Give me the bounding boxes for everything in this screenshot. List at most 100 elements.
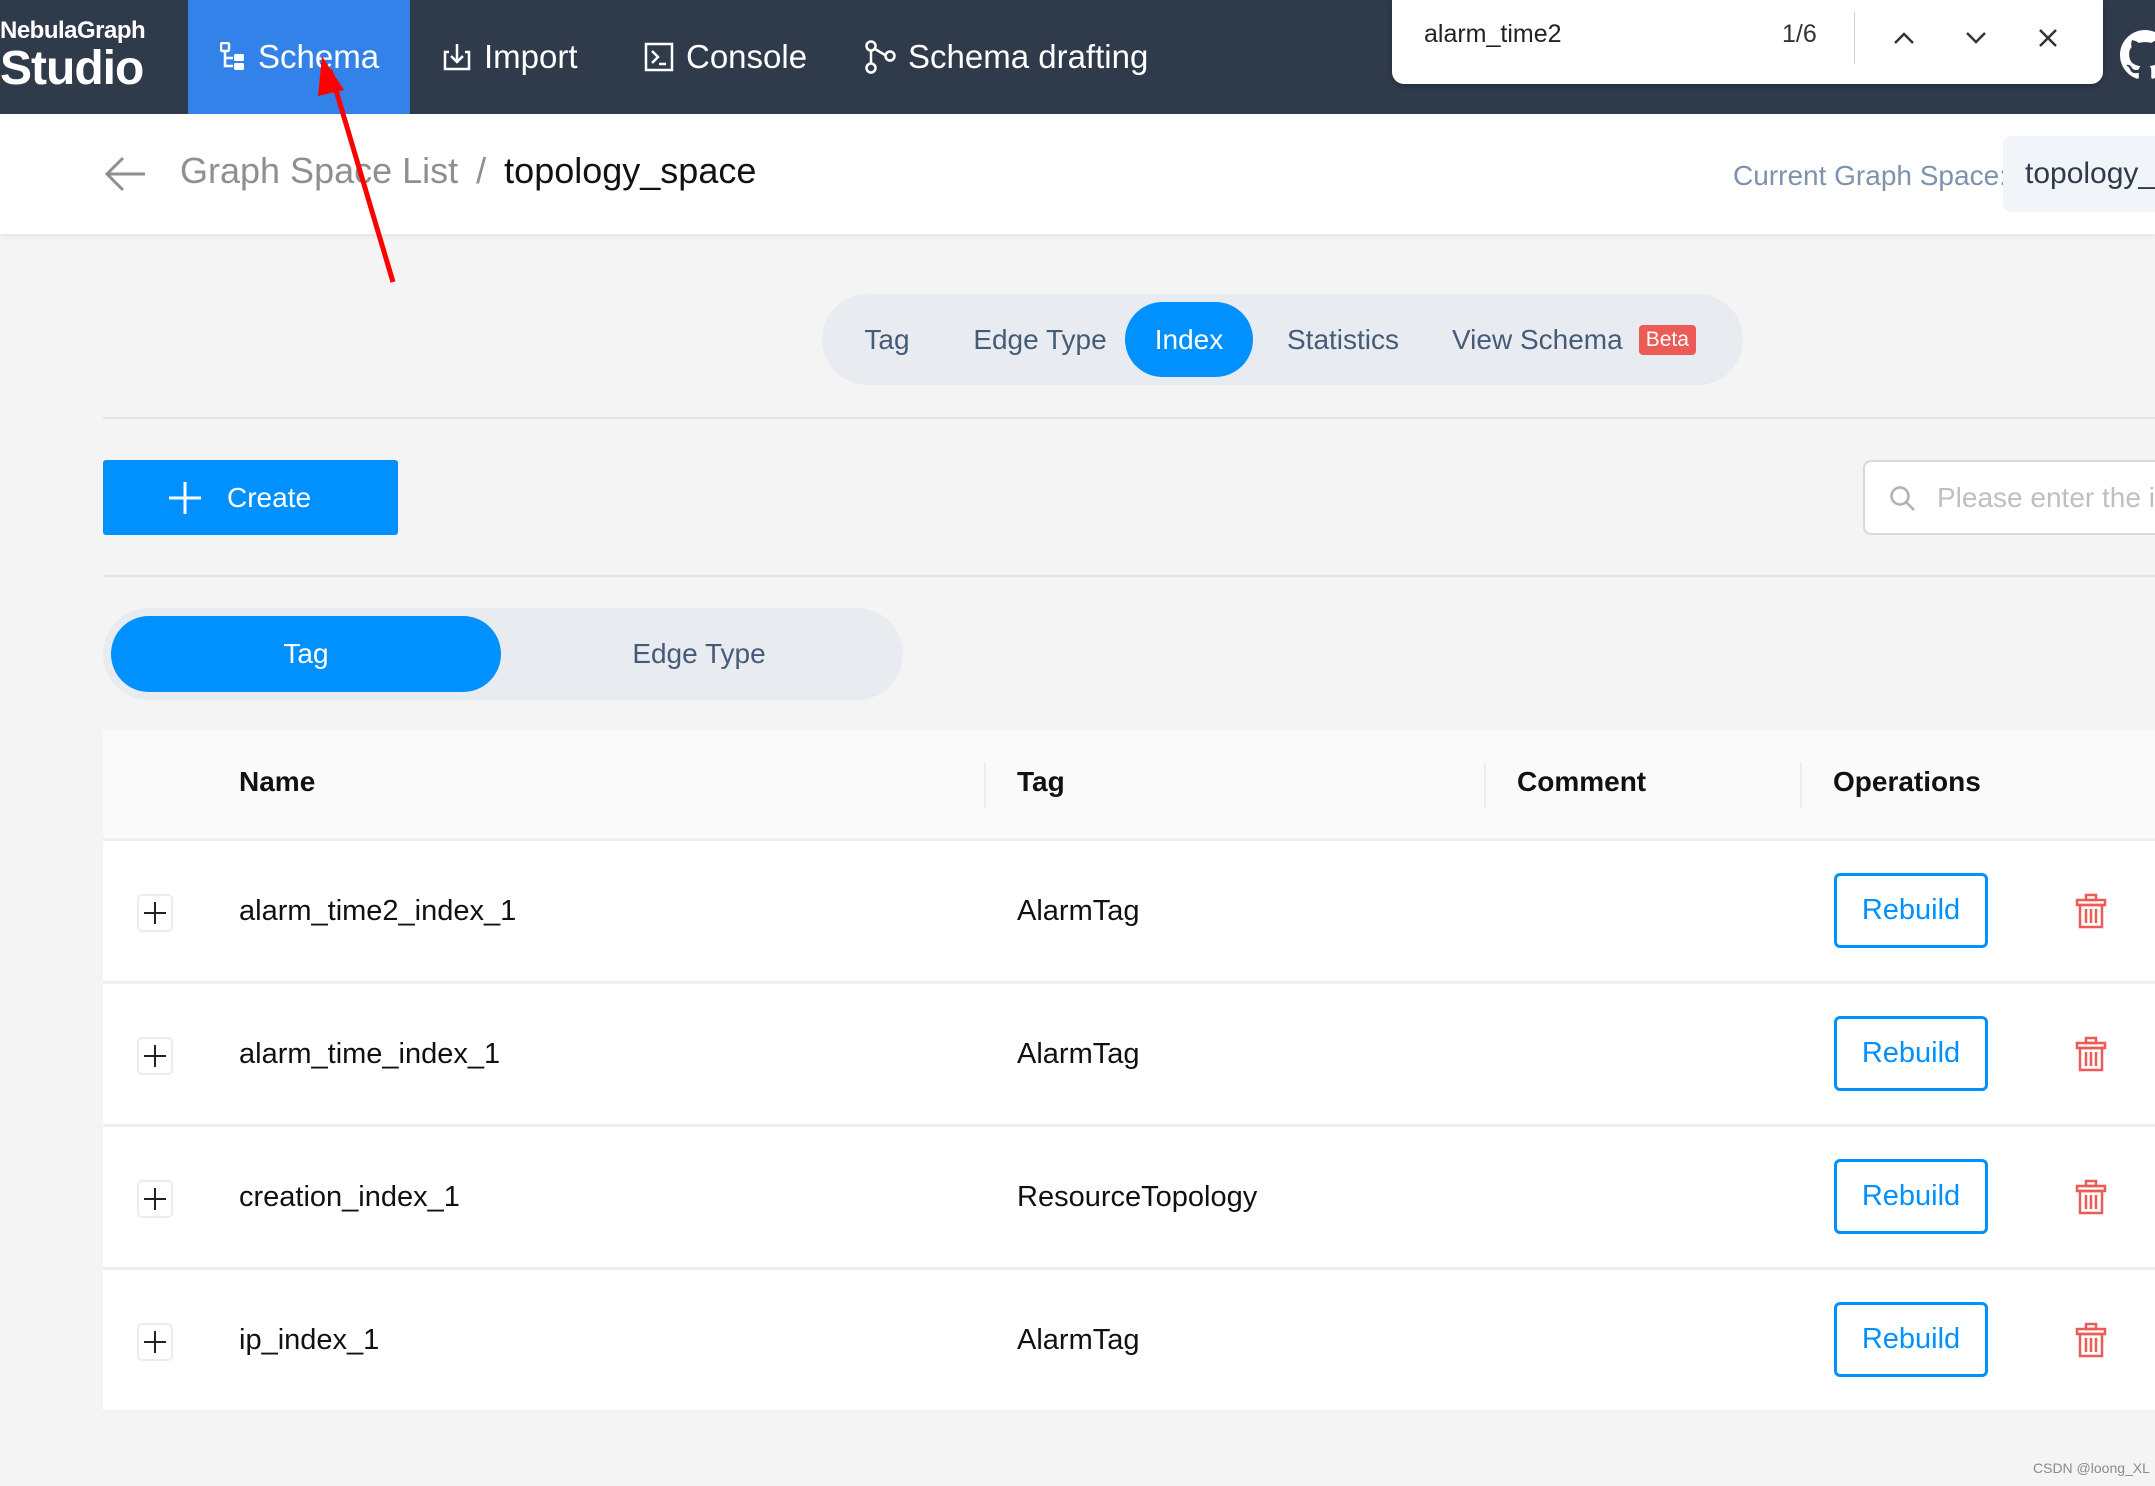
nav-schema-drafting[interactable]: Schema drafting [864,0,1148,114]
rebuild-button[interactable]: Rebuild [1834,1016,1988,1091]
expand-row-button[interactable] [137,894,173,932]
nav-import[interactable]: Import [442,0,578,114]
table-row: ip_index_1 AlarmTag Rebuild [103,1270,2155,1410]
toggle-tag[interactable]: Tag [111,616,501,692]
close-icon [2039,29,2057,47]
index-name: alarm_time2_index_1 [239,895,517,927]
delete-button[interactable] [2075,1036,2107,1077]
column-separator [984,762,986,808]
tab-statistics-label: Statistics [1286,323,1400,355]
find-previous-button[interactable] [1882,16,1926,60]
tab-index[interactable]: Index [1125,302,1253,377]
delete-button[interactable] [2075,1322,2107,1363]
expand-row-button[interactable] [137,1180,173,1218]
trash-icon [2075,1179,2107,1215]
index-name: alarm_time_index_1 [239,1038,501,1070]
index-tag: AlarmTag [1017,1038,1140,1070]
index-name: creation_index_1 [239,1181,460,1213]
current-space-label: Current Graph Space: [1733,160,2007,191]
arrow-left-icon [104,156,145,192]
index-search [1863,460,2155,535]
column-separator [1800,762,1802,808]
index-name: ip_index_1 [239,1324,380,1356]
watermark: CSDN @loong_XL [2033,1460,2150,1476]
search-icon [1890,486,1915,511]
logo-line2: Studio [0,42,144,95]
back-button[interactable] [103,154,147,199]
tab-view-schema-label: View Schema [1452,323,1623,355]
breadcrumb-graph-space-list[interactable]: Graph Space List [180,150,458,192]
page-header: Graph Space List / topology_space Curren… [0,114,2155,234]
table-header: Name Tag Comment Operations [103,730,2155,841]
plus-icon [144,902,166,924]
schema-tabs: Tag Edge Type Index Statistics View Sche… [822,294,1743,385]
plus-icon [144,1188,166,1210]
find-query[interactable]: alarm_time2 [1424,20,1562,49]
find-bar: alarm_time2 1/6 [1392,0,2103,84]
current-space-select[interactable]: topology_space [2003,136,2155,212]
column-header-operations: Operations [1833,766,1981,797]
schema-drafting-icon [865,40,896,74]
plus-icon [144,1045,166,1067]
breadcrumb: Graph Space List / topology_space [180,150,756,192]
delete-button[interactable] [2075,1179,2107,1220]
delete-button[interactable] [2075,893,2107,934]
search-input[interactable] [1935,474,2155,522]
column-header-tag: Tag [1017,766,1065,797]
import-icon [443,44,471,71]
expand-row-button[interactable] [137,1323,173,1361]
nav-schema[interactable]: Schema [188,0,410,114]
rebuild-button[interactable]: Rebuild [1834,1159,1988,1234]
nav-import-label: Import [484,38,578,75]
tab-view-schema[interactable]: View Schema Beta [1452,302,1732,377]
toggle-tag-label: Tag [283,638,329,669]
column-separator [1484,762,1486,808]
toggle-edge-type-label: Edge Type [632,638,766,669]
tab-statistics[interactable]: Statistics [1268,302,1418,377]
plus-icon [169,481,201,514]
chevron-down-icon [1966,32,1986,44]
console-icon [644,42,674,72]
schema-tree-icon [220,42,244,70]
index-tag: AlarmTag [1017,1324,1140,1356]
toggle-edge-type[interactable]: Edge Type [503,616,895,692]
trash-icon [2075,1036,2107,1072]
logo-line1: NebulaGraph [0,17,146,44]
nav-console[interactable]: Console [644,0,807,114]
tab-index-label: Index [1154,323,1224,355]
column-header-name: Name [239,766,316,797]
chevron-up-icon [1894,32,1914,44]
create-button[interactable]: Create [103,460,398,535]
trash-icon [2075,1322,2107,1358]
column-header-comment: Comment [1517,766,1647,797]
find-close-button[interactable] [2026,16,2070,60]
plus-icon [144,1331,166,1353]
current-space-value: topology_space [2025,157,2155,190]
trash-icon [2075,893,2107,929]
beta-badge: Beta [1638,324,1696,355]
find-match-count: 1/6 [1782,20,1817,48]
divider [103,417,2155,419]
find-separator [1854,12,1855,64]
nav-schema-label: Schema [258,38,380,75]
github-link[interactable] [2120,30,2155,85]
table-row: alarm_time_index_1 AlarmTag Rebuild [103,984,2155,1127]
create-label: Create [227,481,312,513]
tab-tag-label: Tag [864,323,910,355]
index-table: Name Tag Comment Operations alarm_time2_… [103,730,2155,1410]
tab-edge-type[interactable]: Edge Type [950,302,1130,377]
index-tag: AlarmTag [1017,895,1140,927]
breadcrumb-current: topology_space [504,150,757,191]
tab-tag[interactable]: Tag [842,302,932,377]
github-icon [2120,30,2155,79]
index-type-toggle: Tag Edge Type [103,608,903,700]
find-next-button[interactable] [1954,16,1998,60]
table-row: alarm_time2_index_1 AlarmTag Rebuild [103,841,2155,984]
nav-console-label: Console [686,38,808,75]
logo[interactable]: NebulaGraph Studio [0,17,146,95]
expand-row-button[interactable] [137,1037,173,1075]
rebuild-button[interactable]: Rebuild [1834,1302,1988,1377]
rebuild-button[interactable]: Rebuild [1834,873,1988,948]
breadcrumb-separator: / [476,150,487,191]
divider [103,575,2155,577]
